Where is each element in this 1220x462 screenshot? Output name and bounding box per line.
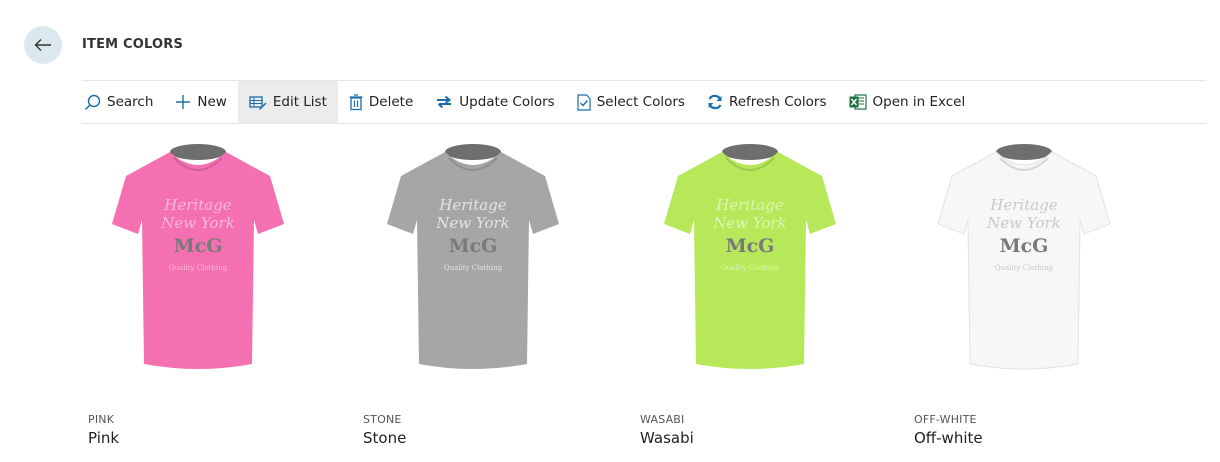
svg-text:New York: New York	[160, 214, 235, 232]
tshirt-image: Heritage New York McG Quality Clothing	[112, 144, 284, 369]
item-color-code: WASABI	[640, 413, 685, 426]
refresh-colors-label: Refresh Colors	[728, 94, 827, 110]
action-toolbar: Search New Edit List Delete Update Color…	[82, 80, 1206, 124]
svg-text:New York: New York	[435, 214, 510, 232]
svg-text:Heritage: Heritage	[715, 196, 783, 214]
svg-text:Heritage: Heritage	[438, 196, 506, 214]
svg-text:Quality Clothing: Quality Clothing	[169, 264, 228, 272]
search-icon	[84, 94, 101, 110]
item-color-description: Wasabi	[640, 429, 694, 447]
item-color-code: OFF-WHITE	[914, 413, 977, 426]
svg-text:McG: McG	[726, 235, 775, 257]
delete-label: Delete	[368, 94, 414, 110]
svg-text:Heritage: Heritage	[989, 196, 1057, 214]
plus-icon	[176, 95, 191, 109]
select-colors-button[interactable]: Select Colors	[566, 81, 696, 123]
item-color-card[interactable]: Heritage New York McG Quality Clothing S…	[357, 130, 597, 450]
item-colors-brick-list: Heritage New York McG Quality Clothing P…	[82, 130, 1202, 450]
arrow-left-icon	[34, 39, 51, 51]
svg-text:McG: McG	[174, 235, 223, 257]
edit-list-button[interactable]: Edit List	[237, 81, 338, 123]
item-color-description: Off-white	[914, 429, 983, 447]
svg-text:Quality Clothing: Quality Clothing	[721, 264, 780, 272]
svg-text:Heritage: Heritage	[163, 196, 231, 214]
page-title: ITEM COLORS	[82, 37, 184, 52]
excel-icon	[849, 94, 867, 110]
search-label: Search	[107, 94, 154, 110]
edit-list-icon	[249, 95, 267, 110]
delete-button[interactable]: Delete	[338, 81, 424, 123]
item-color-code: STONE	[363, 413, 402, 426]
item-color-card[interactable]: Heritage New York McG Quality Clothing W…	[634, 130, 874, 450]
svg-text:Quality Clothing: Quality Clothing	[444, 264, 503, 272]
svg-text:Quality Clothing: Quality Clothing	[995, 264, 1054, 272]
trash-icon	[349, 93, 363, 110]
item-color-card[interactable]: Heritage New York McG Quality Clothing P…	[82, 130, 322, 450]
refresh-icon	[708, 94, 722, 110]
svg-text:New York: New York	[712, 214, 787, 232]
refresh-colors-button[interactable]: Refresh Colors	[696, 81, 838, 123]
update-colors-button[interactable]: Update Colors	[424, 81, 565, 123]
tshirt-image: Heritage New York McG Quality Clothing	[664, 144, 836, 369]
item-color-description: Stone	[363, 429, 407, 447]
tshirt-image: Heritage New York McG Quality Clothing	[387, 144, 559, 369]
search-button[interactable]: Search	[82, 81, 164, 123]
new-button[interactable]: New	[164, 81, 237, 123]
select-colors-label: Select Colors	[596, 94, 685, 110]
back-button[interactable]	[24, 26, 62, 64]
update-colors-label: Update Colors	[459, 94, 555, 110]
select-document-icon	[577, 93, 591, 111]
svg-text:New York: New York	[986, 214, 1061, 232]
svg-text:McG: McG	[1000, 235, 1049, 257]
edit-list-label: Edit List	[272, 94, 327, 110]
new-label: New	[197, 94, 227, 110]
item-color-description: Pink	[88, 429, 120, 447]
sync-arrows-icon	[437, 95, 452, 109]
open-in-excel-button[interactable]: Open in Excel	[838, 81, 977, 123]
svg-text:McG: McG	[449, 235, 498, 257]
item-color-card[interactable]: Heritage New York McG Quality Clothing O…	[908, 130, 1148, 450]
tshirt-image: Heritage New York McG Quality Clothing	[937, 144, 1111, 370]
item-color-code: PINK	[88, 413, 115, 426]
open-in-excel-label: Open in Excel	[872, 94, 966, 110]
